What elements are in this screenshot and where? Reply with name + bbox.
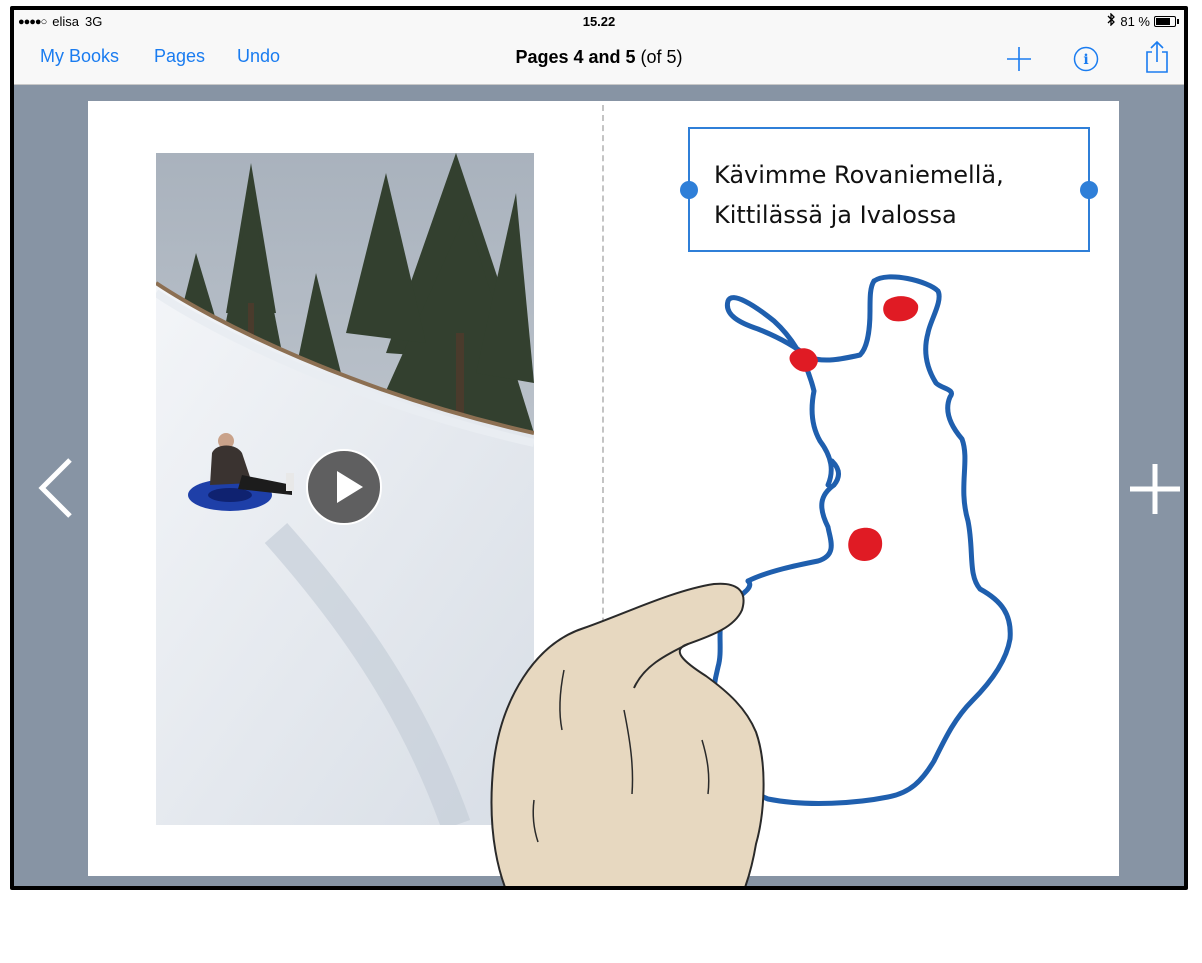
status-time: 15.22 [582, 14, 616, 29]
text-line-2: Kittilässä ja Ivalossa [714, 201, 957, 229]
page-title-main: Pages 4 and 5 [515, 47, 636, 67]
info-icon[interactable]: i [1073, 46, 1099, 77]
battery-icon [1154, 15, 1179, 27]
status-right: 81 % [1106, 12, 1179, 29]
page-title-count: (of 5) [640, 47, 683, 67]
app-screen: ●●●●○ elisa 3G 15.22 81 % My Books Pages… [14, 10, 1184, 886]
plus-icon[interactable] [1006, 46, 1032, 77]
text-box[interactable]: Kävimme Rovaniemellä, Kittilässä ja Ival… [680, 127, 1098, 252]
navigation-bar: My Books Pages Undo Pages 4 and 5 (of 5)… [14, 32, 1184, 85]
play-button[interactable] [306, 449, 382, 525]
share-icon[interactable] [1144, 40, 1170, 79]
add-page-plus-icon[interactable] [1128, 462, 1182, 521]
svg-text:i: i [1083, 52, 1088, 68]
resize-handle-left[interactable] [680, 181, 698, 199]
resize-handle-right[interactable] [1080, 181, 1098, 199]
status-bar: ●●●●○ elisa 3G 15.22 81 % [14, 10, 1184, 32]
bluetooth-icon [1106, 12, 1116, 29]
chevron-left-icon[interactable] [36, 456, 76, 525]
text-line-1: Kävimme Rovaniemellä, [714, 161, 1004, 189]
pointing-hand-illustration [490, 582, 765, 886]
battery-percent: 81 % [1120, 13, 1150, 29]
